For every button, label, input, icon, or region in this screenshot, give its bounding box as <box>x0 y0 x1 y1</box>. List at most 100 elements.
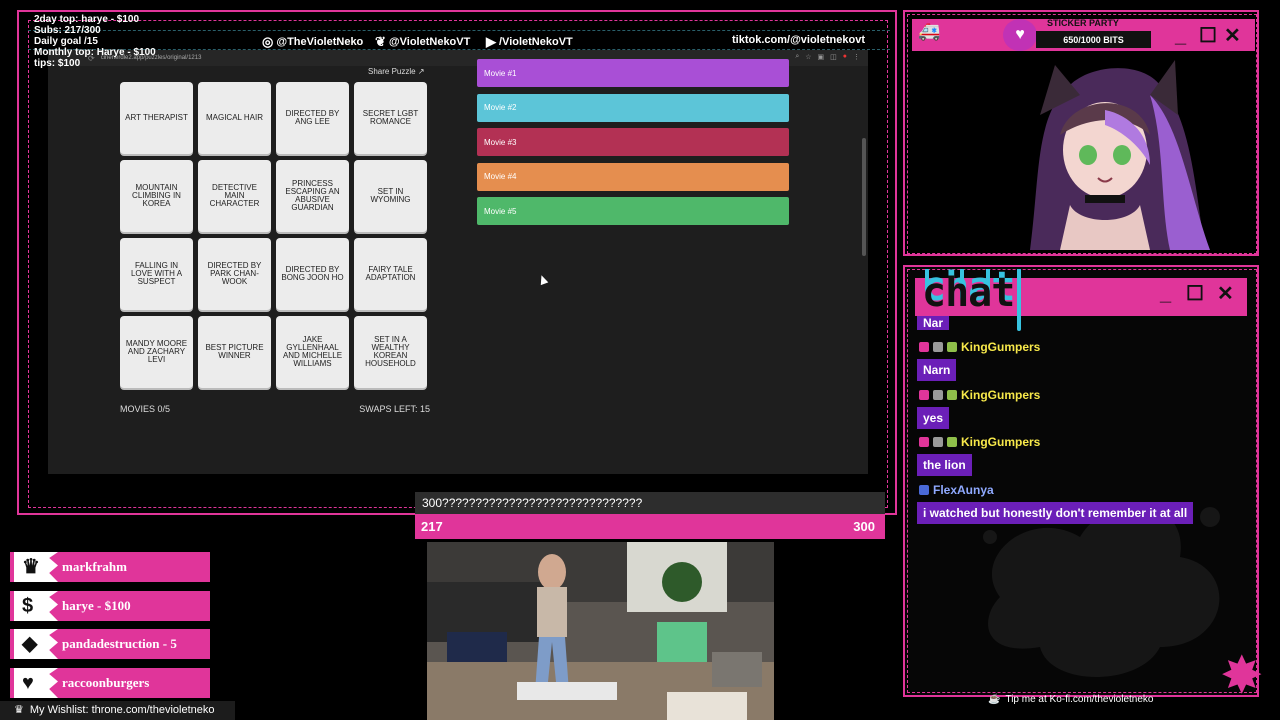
record-icon[interactable]: ● <box>843 53 847 61</box>
stat-line: tips: $100 <box>34 58 81 69</box>
leaderboard-text: pandadestruction - 5 <box>62 636 177 651</box>
twitter-bird-icon: ❦ <box>375 34 386 49</box>
leaderboard-row: ◆ pandadestruction - 5 <box>10 629 210 659</box>
chat-maximize-icon: ☐ <box>1186 283 1204 305</box>
leaderboard-icon-bg <box>14 591 58 621</box>
chat-username-text: KingGumpers <box>961 387 1041 402</box>
webcam-feed <box>427 542 774 720</box>
vtuber-avatar <box>1030 60 1210 250</box>
clue-grid: ART THERAPIST MAGICAL HAIR DIRECTED BY ANG… <box>120 82 427 388</box>
leaderboard-text: harye - $100 <box>62 598 131 613</box>
minimize-icon: _ <box>1175 25 1187 47</box>
chat-username-text: KingGumpers <box>961 340 1041 354</box>
movie-slot[interactable]: Movie #3 <box>477 128 789 157</box>
stat-line: 2day top: harye - $100 <box>34 14 140 25</box>
chat-message: Narn <box>917 359 957 381</box>
clue-tile[interactable]: MAGICAL HAIR <box>198 82 271 154</box>
socials-bar: ◎ @TheVioletNeko ❦ @VioletNekoVT ▶ /Viol… <box>28 30 890 50</box>
movie-slot[interactable]: Movie #5 <box>477 197 789 226</box>
clue-tile[interactable]: MOUNTAIN CLIMBING IN KOREA <box>120 160 193 232</box>
chat-minimize-icon: _ <box>1160 283 1172 305</box>
crown-icon: ♛ <box>22 556 40 578</box>
stat-line: Monthly top: Harye - $100 <box>34 47 156 58</box>
chat-badge-icon <box>947 437 957 447</box>
chat-badge-icon <box>919 389 929 400</box>
clue-tile[interactable]: SET IN WYOMING <box>354 160 427 232</box>
goal-current: 217 <box>421 519 443 534</box>
stream-stats: 2day top: harye - $100 Subs: 217/300 Daily… <box>34 14 156 69</box>
browser-window: ⟳ cinenerdle2.app/puzzles/original/1213 … <box>48 50 868 474</box>
extension-icon[interactable]: ▣ <box>818 53 825 61</box>
chat-badge-icon <box>919 484 929 495</box>
clue-tile[interactable]: JAKE GYLLENHAAL AND MICHELLE WILLIAMS <box>276 316 349 388</box>
chat-badge-icon <box>947 389 957 400</box>
chat-username-text: KingGumpers <box>961 435 1041 449</box>
chat-badge-icon <box>933 389 943 400</box>
movies-count: MOVIES 0/5 <box>120 404 171 414</box>
bookmark-star-icon[interactable]: ☆ <box>805 53 811 61</box>
chat-username[interactable]: FlexAunya <box>919 483 994 497</box>
leaderboard-row: ♛ markfrahm <box>10 552 210 582</box>
chat-message: the lion <box>917 454 972 476</box>
share-puzzle-label: Share Puzzle <box>368 67 416 76</box>
chat-badge-icon <box>933 342 943 352</box>
puzzle-counters: MOVIES 0/5 SWAPS LEFT: 15 <box>120 404 430 414</box>
instagram-handle: ◎ @TheVioletNeko <box>262 34 364 49</box>
clue-tile[interactable]: MANDY MOORE AND ZACHARY LEVI <box>120 316 193 388</box>
tiktok-handle: tiktok.com/@violetnekovt <box>732 34 865 46</box>
leaderboard-text: raccoonburgers <box>62 675 150 690</box>
sticker-progress-bar: 650/1000 BITS <box>1036 31 1151 48</box>
kofi-link: ☕ Tip me at Ko-fi.com/thevioletneko <box>988 694 1154 705</box>
leaderboard-row: $ harye - $100 <box>10 591 210 621</box>
leaderboard-text: markfrahm <box>62 559 127 574</box>
extension-icon[interactable]: ◫ <box>830 53 837 61</box>
paint-drip-decoration <box>1017 269 1021 331</box>
swaps-left: SWAPS LEFT: 15 <box>359 404 430 414</box>
movie-slot[interactable]: Movie #2 <box>477 93 789 122</box>
wishlist-banner: ♛ My Wishlist: throne.com/thevioletneko <box>0 701 235 720</box>
chat-message: yes <box>917 406 950 429</box>
clue-tile[interactable]: SECRET LGBT ROMANCE <box>354 82 427 154</box>
close-icon: ✕ <box>1224 25 1241 47</box>
zoom-icon[interactable]: ⌕ <box>795 53 799 61</box>
heart-icon: ♥ <box>22 672 34 694</box>
chat-username[interactable]: KingGumpers <box>919 340 1040 354</box>
chat-badge-icon <box>919 437 929 447</box>
menu-icon[interactable]: ⋮ <box>853 53 860 61</box>
share-icon: ↗ <box>417 67 425 76</box>
chat-badge-icon <box>933 437 943 447</box>
share-puzzle-button[interactable]: Share Puzzle ↗ <box>368 67 425 76</box>
clue-tile[interactable]: DIRECTED BY ANG LEE <box>276 82 349 154</box>
kofi-cup-icon: ☕ <box>988 694 1001 705</box>
goal-label: 300?????????????????????????????? <box>415 492 885 514</box>
youtube-handle: ▶ /VioletNekoVT <box>486 34 573 49</box>
crown-icon: ♛ <box>14 704 24 716</box>
chat-username[interactable]: KingGumpers <box>919 388 1040 402</box>
clue-tile[interactable]: SET IN A WEALTHY KOREAN HOUSEHOLD <box>354 316 427 388</box>
youtube-icon: ▶ <box>486 34 496 49</box>
leaderboard-icon-bg <box>14 668 58 698</box>
movie-slot[interactable]: Movie #4 <box>477 162 789 191</box>
chat-username[interactable]: KingGumpers <box>919 435 1040 449</box>
clue-tile[interactable]: FAIRY TALE ADAPTATION <box>354 238 427 310</box>
clue-tile[interactable]: PRINCESS ESCAPING AN ABUSIVE GUARDIAN <box>276 160 349 232</box>
scrollbar[interactable] <box>862 138 866 256</box>
clue-tile[interactable]: ART THERAPIST <box>120 82 193 154</box>
twitter-handle: ❦ @VioletNekoVT <box>375 34 471 49</box>
clue-tile[interactable]: DIRECTED BY BONG JOON HO <box>276 238 349 310</box>
clue-tile[interactable]: BEST PICTURE WINNER <box>198 316 271 388</box>
chat-badge-icon <box>919 342 929 352</box>
chat-username-text: FlexAunya <box>933 482 994 497</box>
goal-progress-bar: 217 300 <box>415 515 885 539</box>
movie-slot[interactable]: Movie #1 <box>477 59 789 87</box>
browser-toolbar: ⌕ ☆ ▣ ◫ ● ⋮ <box>795 53 860 61</box>
clue-tile[interactable]: DIRECTED BY PARK CHAN-WOOK <box>198 238 271 310</box>
ambulance-icon: 🚑 <box>918 21 941 41</box>
stat-line: Daily goal /15 <box>34 36 98 47</box>
diamond-icon: ◆ <box>22 633 38 655</box>
clue-tile[interactable]: DETECTIVE MAIN CHARACTER <box>198 160 271 232</box>
clue-tile[interactable]: FALLING IN LOVE WITH A SUSPECT <box>120 238 193 310</box>
movie-slots: Movie #1 Movie #2 Movie #3 Movie #4 Movie #5 <box>477 59 789 232</box>
sticker-party-title: STICKER PARTY <box>1047 18 1119 28</box>
instagram-icon: ◎ <box>262 34 274 49</box>
